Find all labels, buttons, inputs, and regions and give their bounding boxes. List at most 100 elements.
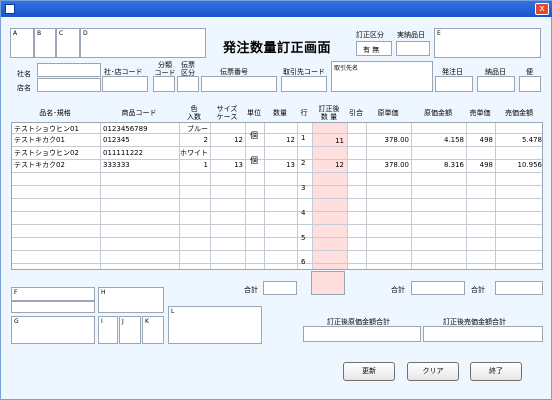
voucher-type-label-1: 伝票 <box>181 61 195 69</box>
correction-field[interactable]: 有 無 <box>356 41 392 56</box>
flight-field[interactable] <box>519 76 541 92</box>
box-l-label: L <box>171 308 175 315</box>
box-d-label: D <box>83 30 88 37</box>
exit-button[interactable]: 終了 <box>470 362 522 381</box>
box-k[interactable]: K <box>142 316 164 344</box>
row-2-corrected-qty[interactable]: 12 <box>314 160 344 170</box>
company-name-label: 社名 <box>17 70 31 78</box>
qty-total-label: 合計 <box>244 286 258 294</box>
col-unit-header: 単位 <box>247 109 261 117</box>
corrected-sales-total-field <box>423 326 543 342</box>
row-2-pack: 1 <box>203 161 208 169</box>
grid-row-line <box>12 185 542 186</box>
grid-row-line <box>12 237 542 238</box>
class-code-field[interactable] <box>153 76 175 92</box>
box-g-label: G <box>14 318 19 325</box>
box-h[interactable]: H <box>98 287 164 313</box>
box-i[interactable]: I <box>98 316 118 344</box>
box-a[interactable]: A <box>10 28 34 58</box>
box-b-label: B <box>37 30 42 37</box>
cost-total-label: 合計 <box>391 286 405 294</box>
box-j-label: J <box>122 318 124 325</box>
grid-divider <box>347 123 348 269</box>
correction-value: 有 無 <box>363 46 380 54</box>
supplier-code-field[interactable] <box>281 76 327 92</box>
order-date-field[interactable] <box>435 76 473 92</box>
grid-divider <box>100 123 101 269</box>
grid-row-line <box>12 211 542 212</box>
row-2-qty: 13 <box>286 161 295 169</box>
row-2-sales-amount: 10.956 <box>517 161 543 169</box>
update-button[interactable]: 更新 <box>343 362 395 381</box>
row-1-name: テストショウヒン01 <box>14 125 79 133</box>
box-b[interactable]: B <box>34 28 56 58</box>
clear-button[interactable]: クリア <box>407 362 459 381</box>
grid-row-line <box>12 172 542 173</box>
cost-total-field <box>411 281 465 295</box>
box-e[interactable]: E <box>434 28 541 58</box>
col-discount-header: 引合 <box>349 109 363 117</box>
row-1-code-2: 012345 <box>103 136 130 144</box>
row-1-color: ブルー <box>187 125 208 133</box>
store-name-label: 店名 <box>17 84 31 92</box>
row-1-unit-price: 498 <box>479 136 493 144</box>
box-c[interactable]: C <box>56 28 80 58</box>
box-k-label: K <box>145 318 149 325</box>
row-2-name: テストショウヒン02 <box>14 149 79 157</box>
grid-divider <box>245 123 246 269</box>
row-2-unit-cost: 378.00 <box>384 161 410 169</box>
voucher-type-field[interactable] <box>177 76 199 92</box>
col-sales-amount-header: 売価金額 <box>505 109 533 117</box>
grid-divider <box>312 123 313 269</box>
col-corrected-header-2: 数 量 <box>320 113 338 121</box>
col-color-header-1: 色 <box>190 105 198 113</box>
delivery-date-field[interactable] <box>477 76 515 92</box>
box-g[interactable]: G <box>11 316 95 344</box>
col-unit-price-header: 売単価 <box>469 109 491 117</box>
row-2-case: 13 <box>234 161 243 169</box>
row-1-unit: 個 <box>250 131 258 140</box>
grid-divider <box>297 123 298 269</box>
title-bar: x <box>1 1 552 17</box>
box-f-2[interactable] <box>11 301 95 313</box>
row-2-unit-price: 498 <box>479 161 493 169</box>
row-6-number: 6 <box>301 258 306 266</box>
row-1-sales-amount: 5.478 <box>521 136 542 144</box>
sales-total-label: 合計 <box>471 286 485 294</box>
box-a-label: A <box>13 30 18 37</box>
corrected-cost-total-field <box>303 326 421 342</box>
app-window-icon <box>5 4 15 14</box>
voucher-number-field[interactable] <box>201 76 277 92</box>
supplier-name-field[interactable]: 取引先名 <box>331 61 433 92</box>
row-2-unit: 個 <box>250 156 258 165</box>
row-1-number: 1 <box>301 134 306 142</box>
close-icon[interactable]: x <box>535 3 549 15</box>
grid-row-line <box>12 263 542 264</box>
order-items-grid[interactable]: テストショウヒン01 テストキカク01 0123456789 012345 ブル… <box>11 122 543 270</box>
col-size-header-1: サイズ <box>216 105 238 113</box>
row-2-number: 2 <box>301 159 306 167</box>
box-h-label: H <box>101 289 106 296</box>
col-unit-cost-header: 原単価 <box>377 109 399 117</box>
box-f[interactable]: F <box>11 287 95 301</box>
col-qty-header: 数量 <box>273 109 287 117</box>
store-name-field[interactable] <box>37 78 101 92</box>
row-1-case: 12 <box>234 136 243 144</box>
col-name-header: 品名･規格 <box>39 109 71 117</box>
actual-date-field[interactable] <box>396 41 430 56</box>
box-f-label: F <box>14 289 18 296</box>
row-2-code: 011111222 <box>103 149 144 157</box>
col-cost-amount-header: 原価金額 <box>424 109 452 117</box>
company-store-code-field[interactable] <box>102 76 148 92</box>
company-name-field[interactable] <box>37 63 101 77</box>
row-1-pack: 2 <box>203 136 208 144</box>
box-j[interactable]: J <box>119 316 141 344</box>
col-color-header-2: 入数 <box>187 113 201 121</box>
box-l[interactable]: L <box>168 306 262 344</box>
grid-row-line <box>12 133 542 134</box>
voucher-type-label: 伝票 区分 <box>177 61 199 77</box>
box-d[interactable]: D <box>80 28 206 58</box>
grid-row-line <box>12 146 542 147</box>
row-1-corrected-qty[interactable]: 11 <box>314 136 344 146</box>
sales-total-field <box>495 281 543 295</box>
